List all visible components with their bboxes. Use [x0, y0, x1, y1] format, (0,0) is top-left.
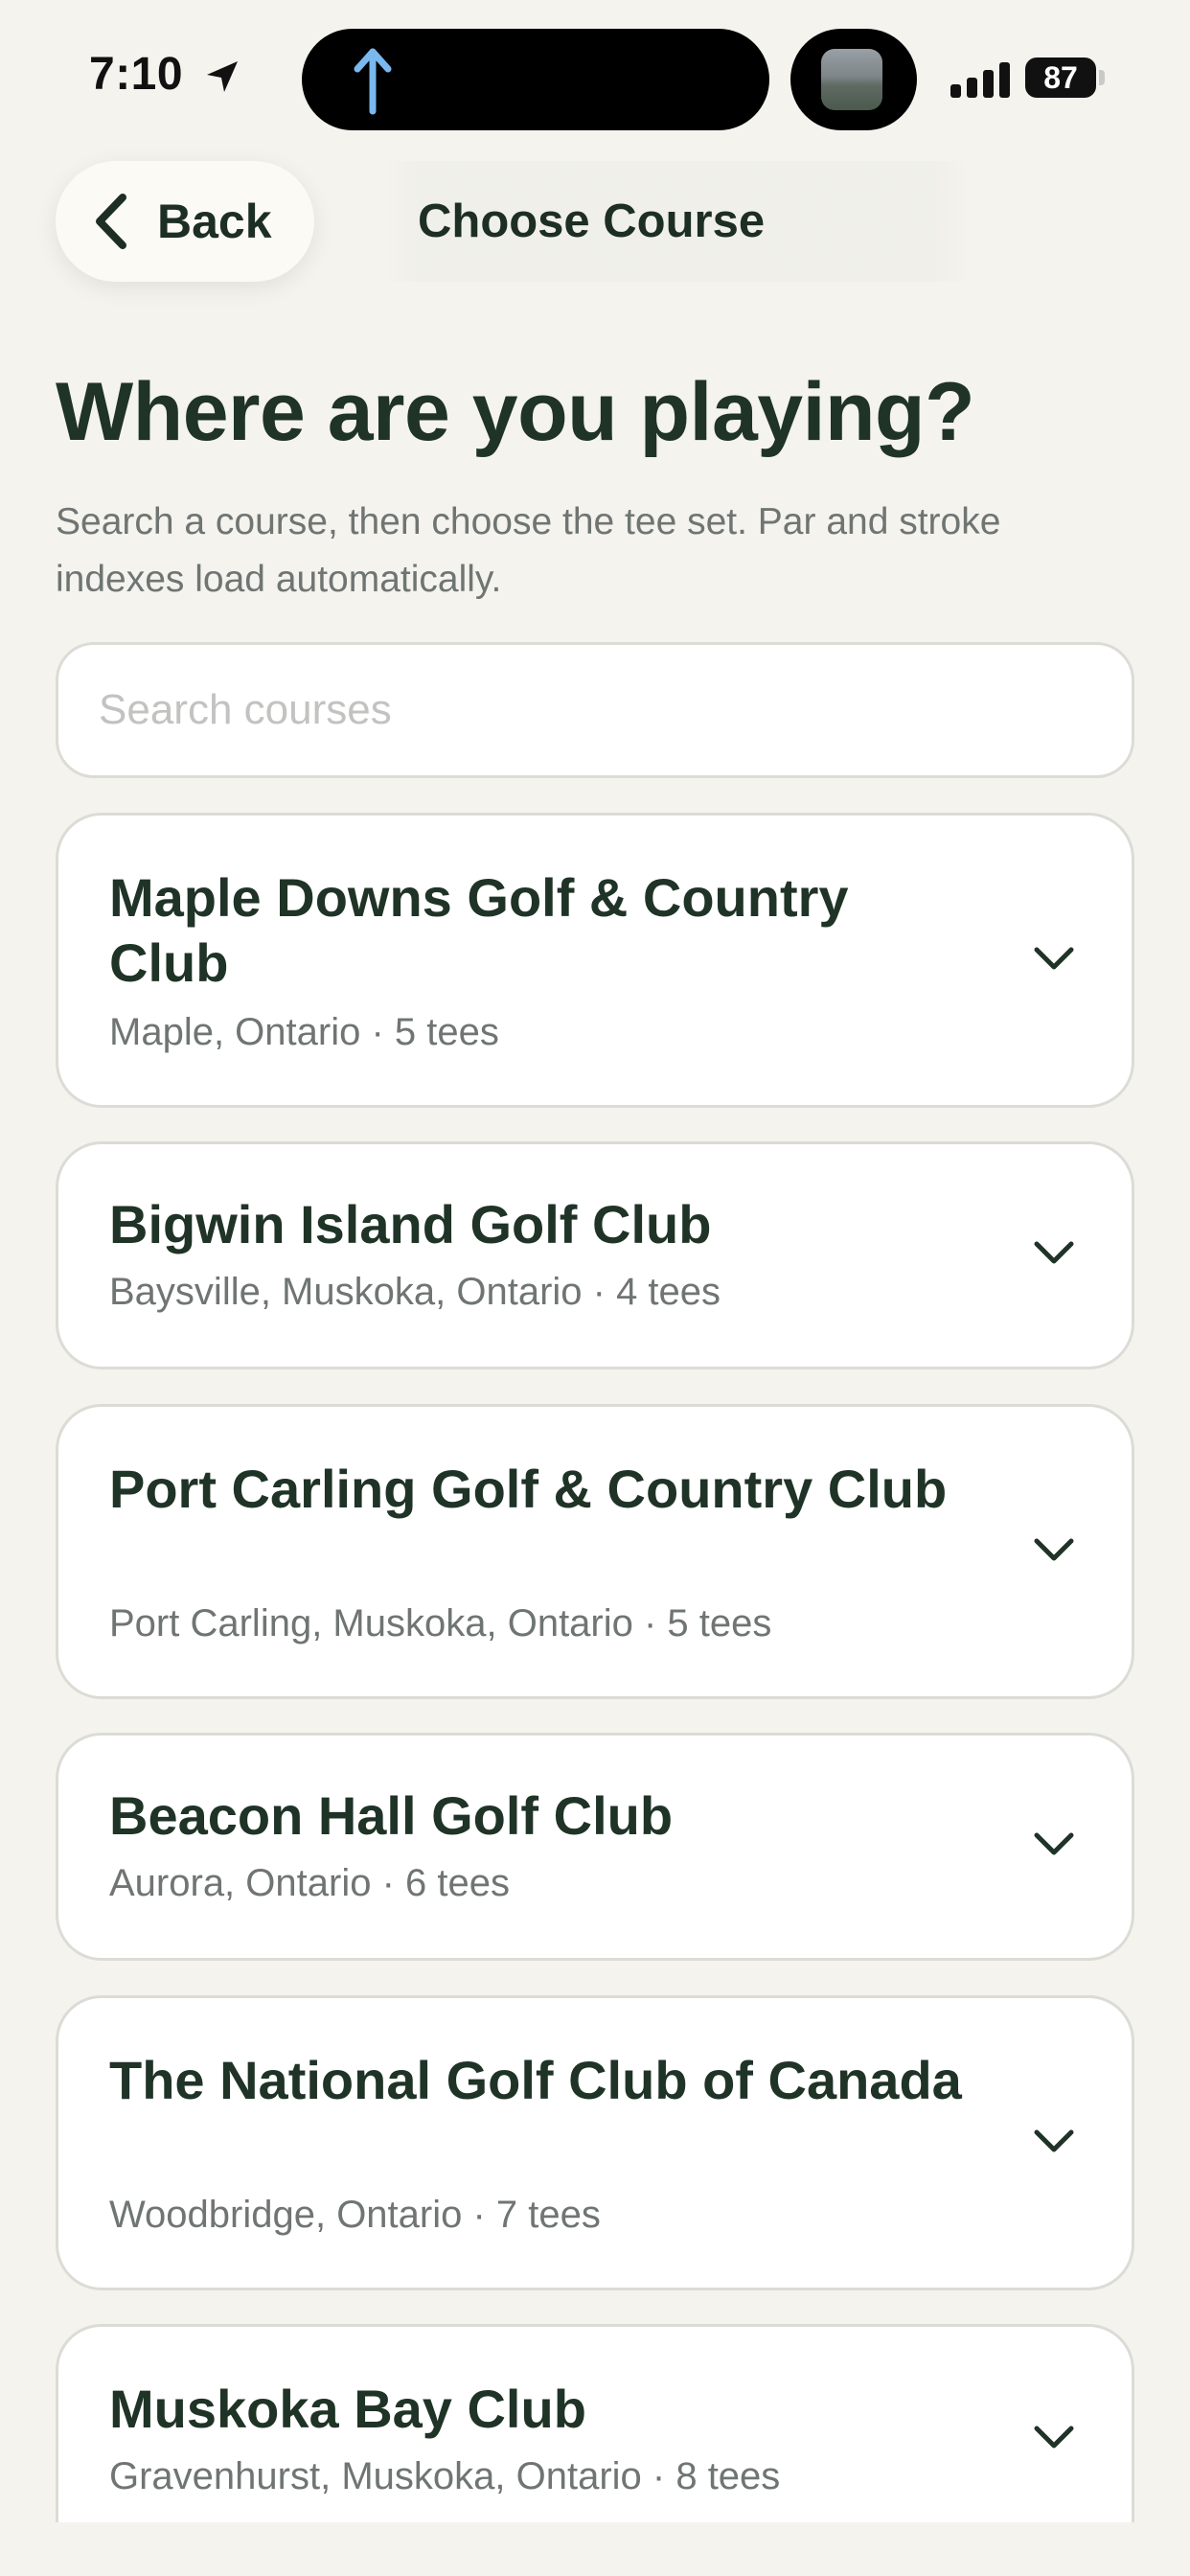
back-label: Back [157, 195, 272, 248]
chevron-down-icon[interactable] [1033, 946, 1075, 973]
course-name: Muskoka Bay Club [109, 2379, 586, 2439]
course-meta: Baysville, Muskoka, Ontario · 4 tees [109, 1271, 721, 1313]
course-meta: Maple, Ontario · 5 tees [109, 1011, 499, 1053]
course-card-maple-downs[interactable]: Maple Downs Golf & Country Club Maple, O… [56, 813, 1134, 1108]
nav-title: Choose Course [383, 161, 970, 282]
status-time: 7:10 [89, 49, 184, 100]
search-input[interactable] [56, 642, 1134, 778]
course-card-national-golf-club[interactable]: The National Golf Club of Canada Woodbri… [56, 1995, 1134, 2290]
chevron-left-icon [96, 194, 126, 249]
signal-icon [950, 59, 1012, 98]
course-name: The National Golf Club of Canada [109, 2050, 962, 2110]
course-name: Bigwin Island Golf Club [109, 1194, 712, 1254]
course-meta: Port Carling, Muskoka, Ontario · 5 tees [109, 1602, 772, 1644]
battery-icon: 87 [1025, 58, 1105, 98]
course-card-port-carling[interactable]: Port Carling Golf & Country Club Port Ca… [56, 1404, 1134, 1699]
battery-tip [1099, 70, 1105, 85]
page-subtitle: Search a course, then choose the tee set… [56, 501, 1001, 600]
chevron-down-icon[interactable] [1033, 2128, 1075, 2155]
course-card-beacon-hall[interactable]: Beacon Hall Golf Club Aurora, Ontario · … [56, 1733, 1134, 1961]
course-meta: Woodbridge, Ontario · 7 tees [109, 2194, 601, 2236]
list-bottom-fade [0, 2522, 1190, 2576]
chevron-down-icon[interactable] [1033, 1537, 1075, 1564]
course-name: Maple Downs Golf & Country Club [109, 867, 849, 993]
back-button[interactable]: Back [56, 161, 314, 282]
status-bar: 7:10 87 [0, 0, 1190, 144]
course-name: Port Carling Golf & Country Club [109, 1459, 948, 1519]
course-card-bigwin-island[interactable]: Bigwin Island Golf Club Baysville, Musko… [56, 1141, 1134, 1369]
activity-thumbnail [821, 49, 882, 110]
page-title: Where are you playing? [56, 366, 975, 458]
chevron-down-icon[interactable] [1033, 1831, 1075, 1858]
course-name: Beacon Hall Golf Club [109, 1785, 674, 1846]
course-meta: Gravenhurst, Muskoka, Ontario · 8 tees [109, 2455, 781, 2497]
battery-level: 87 [1025, 58, 1096, 98]
upload-arrow-icon [354, 48, 392, 115]
chevron-down-icon[interactable] [1033, 2425, 1075, 2451]
chevron-down-icon[interactable] [1033, 1240, 1075, 1267]
location-arrow-icon [207, 61, 238, 92]
course-meta: Aurora, Ontario · 6 tees [109, 1862, 510, 1904]
choose-course-screen: 7:10 87 Back Choose Course Where are you [0, 0, 1190, 2576]
